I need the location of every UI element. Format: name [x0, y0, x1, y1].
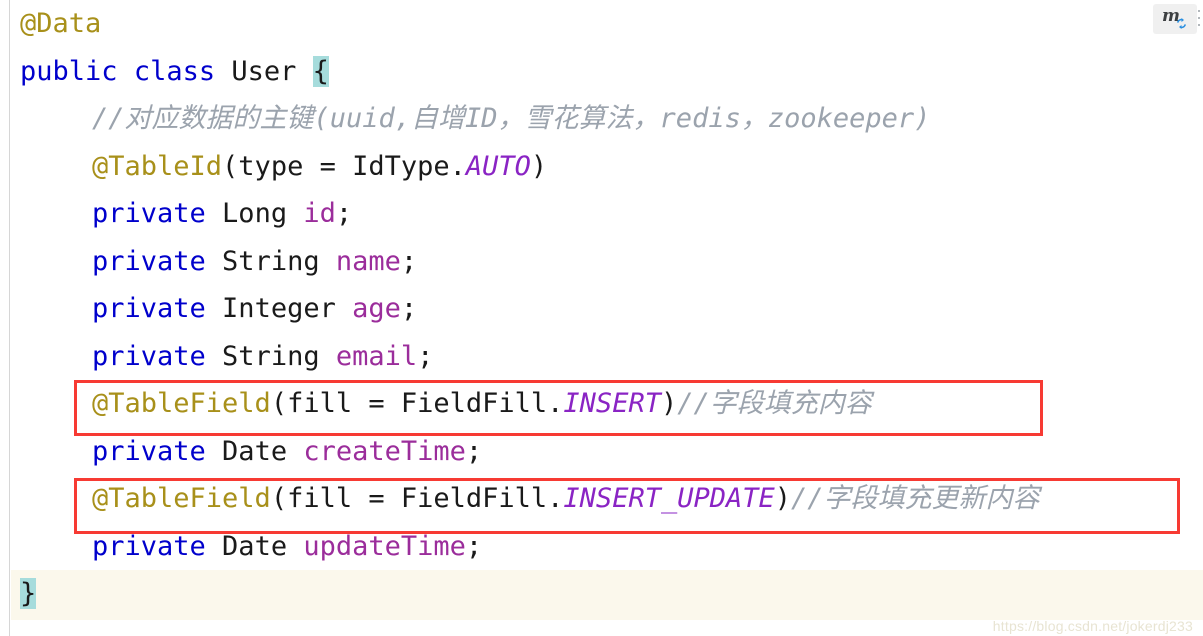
code-token: (type = IdType.: [222, 150, 466, 182]
widget-overflow-menu[interactable]: [1197, 8, 1201, 28]
code-token: @Data: [20, 8, 102, 39]
code-token: private: [92, 340, 206, 372]
code-token: }: [20, 578, 37, 609]
line-tablefield-insert[interactable]: @TableField(fill = FieldFill.INSERT)//字段…: [11, 380, 1203, 428]
code-token: ): [660, 388, 678, 419]
code-token: {: [312, 55, 329, 87]
code-token: private: [92, 245, 206, 277]
code-token: ;: [400, 293, 418, 324]
code-token: ;: [465, 530, 483, 562]
line-field-email[interactable]: private String email;: [11, 333, 1203, 381]
code-token: User: [231, 55, 297, 87]
code-token: String: [205, 245, 336, 277]
dot: [1198, 23, 1200, 26]
code-token: updateTime: [303, 530, 466, 562]
code-token: ): [774, 483, 792, 514]
code-token: public: [20, 55, 118, 87]
code-token: Date: [205, 435, 304, 467]
code-token: private: [92, 198, 206, 229]
line-field-id[interactable]: private Long id;: [11, 190, 1203, 238]
line-primary-key-comment[interactable]: //对应数据的主键(uuid,自增ID，雪花算法，redis，zookeeper…: [11, 95, 1203, 143]
code-token: private: [92, 435, 206, 467]
code-token: AUTO: [465, 150, 531, 182]
code-content-area[interactable]: @Data public class User { //对应数据的主键(uuid,自…: [11, 0, 1203, 636]
code-token: private: [92, 293, 206, 324]
line-field-updatetime[interactable]: private Date updateTime;: [11, 523, 1203, 571]
code-token: INSERT_UPDATE: [563, 483, 775, 514]
code-token: @TableField: [92, 388, 271, 419]
line-tableid-annotation[interactable]: @TableId(type = IdType.AUTO): [11, 143, 1203, 191]
line-field-createtime[interactable]: private Date createTime;: [11, 428, 1203, 476]
code-token: (fill = FieldFill.: [270, 483, 564, 514]
code-token: id: [303, 198, 336, 229]
line-data-annotation[interactable]: @Data: [11, 0, 1203, 48]
maven-reload-button[interactable]: m: [1153, 4, 1197, 34]
code-token: @TableField: [92, 483, 271, 514]
code-token: ): [530, 150, 548, 182]
code-token: ;: [417, 340, 434, 372]
code-token: //对应数据的主键(uuid,自增ID，雪花算法，redis，zookeeper…: [92, 103, 931, 134]
code-token: //字段填充更新内容: [791, 483, 1040, 514]
line-tablefield-insert-update[interactable]: @TableField(fill = FieldFill.INSERT_UPDA…: [11, 475, 1203, 523]
code-token: private: [92, 530, 206, 562]
watermark-url: https://blog.csdn.net/jokerdj233: [992, 618, 1193, 634]
dot: [1198, 10, 1200, 13]
code-token: Integer: [205, 293, 353, 324]
code-token: Long: [205, 198, 304, 229]
maven-reload-icon: m: [1162, 6, 1188, 30]
code-token: age: [352, 293, 401, 324]
code-token: //字段填充内容: [677, 388, 872, 419]
dot: [1198, 16, 1200, 19]
line-class-declaration[interactable]: public class User {: [11, 48, 1203, 96]
code-token: email: [335, 340, 418, 372]
code-token: INSERT: [563, 388, 661, 419]
editor-gutter[interactable]: [0, 0, 10, 636]
code-token: createTime: [303, 435, 466, 467]
code-token: class: [133, 55, 216, 87]
code-token: String: [205, 340, 336, 372]
code-token: Date: [205, 530, 304, 562]
code-token: ;: [465, 435, 483, 467]
code-token: ;: [335, 198, 353, 229]
code-token: (fill = FieldFill.: [270, 388, 564, 419]
code-token: name: [335, 245, 401, 277]
line-class-closing-brace[interactable]: }: [11, 570, 1203, 618]
line-field-name[interactable]: private String name;: [11, 238, 1203, 286]
code-token: ;: [400, 245, 418, 277]
code-token: @TableId: [92, 150, 223, 182]
sync-refresh-icon: [1176, 18, 1187, 29]
line-field-age[interactable]: private Integer age;: [11, 285, 1203, 333]
code-editor-screenshot: @Data public class User { //对应数据的主键(uuid,自…: [0, 0, 1203, 636]
